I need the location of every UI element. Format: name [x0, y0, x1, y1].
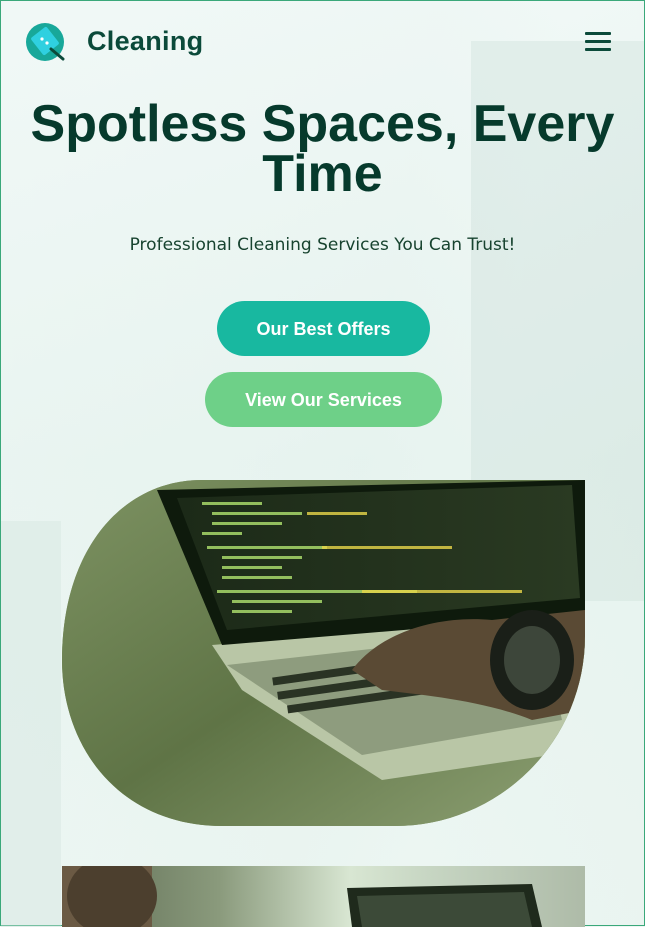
site-header: Cleaning	[1, 1, 644, 85]
hero-subtitle: Professional Cleaning Services You Can T…	[129, 235, 516, 255]
hero-image-laptop-coding	[62, 480, 585, 826]
logo-link[interactable]	[25, 21, 67, 63]
secondary-photo-illustration	[62, 866, 542, 927]
squeegee-logo-icon	[26, 23, 65, 61]
laptop-photo-illustration	[62, 480, 585, 826]
best-offers-button[interactable]: Our Best Offers	[217, 301, 430, 356]
logo-text[interactable]: Cleaning	[87, 26, 203, 57]
secondary-image-laptop	[62, 866, 585, 927]
view-services-button[interactable]: View Our Services	[205, 372, 442, 427]
hero-title-line-2: Time	[262, 145, 383, 203]
hero-title: Spotless Spaces, Every Time	[1, 98, 644, 200]
background-decoration	[1, 521, 61, 927]
hamburger-menu-button[interactable]	[583, 29, 613, 55]
